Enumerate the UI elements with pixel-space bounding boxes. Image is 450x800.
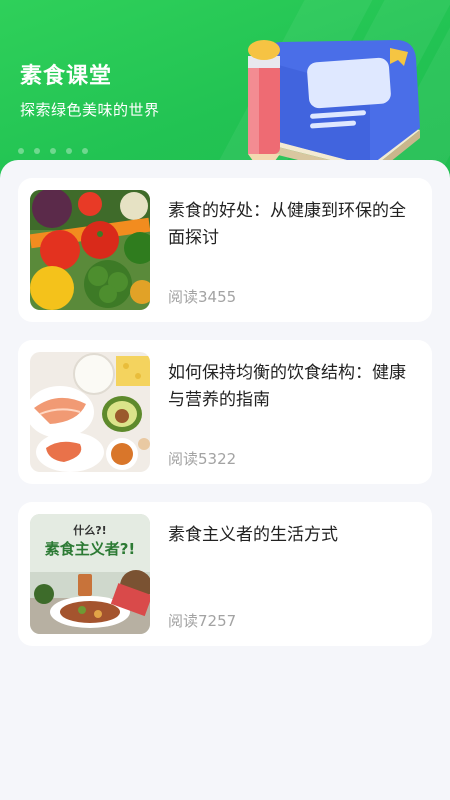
poster-big-text: 素食主义者?!: [45, 540, 136, 558]
vegetables-thumbnail-icon: [30, 190, 150, 310]
article-read-count: 阅读5322: [168, 450, 237, 468]
article-card[interactable]: 什么?! 素食主义者?! 素食主义者的生活方式 阅读7257: [18, 502, 432, 646]
article-card[interactable]: 素食的好处：从健康到环保的全面探讨 阅读3455: [18, 178, 432, 322]
article-title: 素食的好处：从健康到环保的全面探讨: [168, 201, 406, 248]
article-list: 素食的好处：从健康到环保的全面探讨 阅读3455 如何保持均衡的饮食结构：健康与…: [0, 160, 450, 800]
page-title: 素食课堂: [20, 64, 113, 89]
poster-small-text: 什么?!: [73, 523, 106, 537]
article-card[interactable]: 如何保持均衡的饮食结构：健康与营养的指南 阅读5322: [18, 340, 432, 484]
vegetarian-poster-thumbnail-icon: 什么?! 素食主义者?!: [30, 514, 150, 634]
article-read-count: 阅读7257: [168, 612, 237, 630]
article-read-count: 阅读3455: [168, 288, 237, 306]
banner-dots: [18, 148, 88, 154]
balanced-meal-thumbnail-icon: [30, 352, 150, 472]
page-subtitle: 探索绿色美味的世界: [20, 101, 160, 119]
article-title: 素食主义者的生活方式: [168, 525, 338, 545]
book-pencil-illustration-icon: [248, 40, 420, 178]
article-title: 如何保持均衡的饮食结构：健康与营养的指南: [168, 363, 406, 410]
